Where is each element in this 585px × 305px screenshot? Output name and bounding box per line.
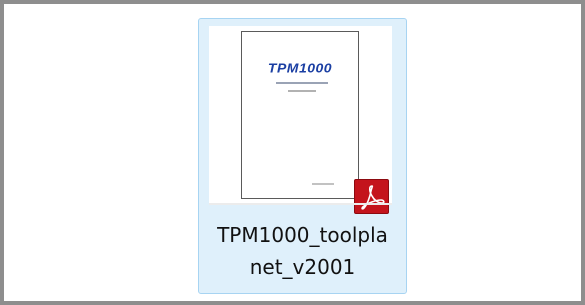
window-frame: TPM1000 TPM1000_toolpla net_v2001	[0, 0, 585, 305]
document-subtitle-line-2	[288, 90, 316, 92]
document-footer-line	[312, 183, 334, 185]
file-item-tpm1000[interactable]: TPM1000 TPM1000_toolpla net_v2001	[198, 18, 407, 294]
document-logo: TPM1000	[267, 60, 333, 76]
pdf-thumbnail: TPM1000	[209, 26, 392, 214]
document-page-preview: TPM1000	[241, 31, 359, 199]
document-subtitle-line	[276, 82, 328, 84]
file-name-line-1: TPM1000_toolpla	[217, 223, 388, 247]
pdf-file-icon	[354, 179, 389, 214]
file-name-label: TPM1000_toolpla net_v2001	[199, 219, 406, 283]
file-name-line-2: net_v2001	[249, 255, 356, 279]
